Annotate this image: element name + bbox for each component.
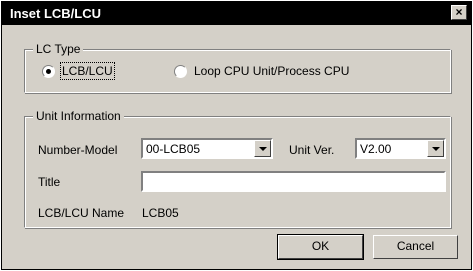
unit-ver-select[interactable]: V2.00	[355, 138, 446, 159]
lc-type-group: LC Type LCB/LCU Loop CPU Unit/Process CP…	[24, 42, 451, 93]
lc-type-legend: LC Type	[33, 42, 84, 56]
chevron-down-icon	[259, 147, 267, 151]
lcb-lcu-name-value: LCB05	[142, 206, 179, 220]
unit-information-group: Unit Information Number-Model 00-LCB05 U…	[24, 109, 451, 228]
lcb-lcu-name-label: LCB/LCU Name	[38, 206, 125, 220]
unit-information-legend: Unit Information	[33, 109, 124, 123]
radio-lcb-lcu-label[interactable]: LCB/LCU	[60, 62, 115, 80]
title-label: Title	[38, 175, 61, 189]
cancel-button[interactable]: Cancel	[373, 235, 458, 259]
number-model-select[interactable]: 00-LCB05	[141, 138, 273, 159]
title-input[interactable]	[141, 171, 446, 192]
inset-lcb-lcu-dialog: Inset LCB/LCU × LC Type LCB/LCU Loop CPU…	[1, 1, 472, 270]
unit-ver-dropdown-button[interactable]	[427, 140, 444, 157]
radio-loop-cpu-button[interactable]	[174, 65, 187, 78]
radio-selected-dot	[46, 69, 51, 74]
number-model-value: 00-LCB05	[146, 142, 201, 156]
unit-ver-label: Unit Ver.	[289, 143, 335, 157]
chevron-down-icon	[432, 147, 440, 151]
close-button[interactable]: ×	[451, 5, 467, 20]
radio-lcb-lcu-button[interactable]	[42, 65, 55, 78]
number-model-label: Number-Model	[38, 143, 118, 157]
dialog-title: Inset LCB/LCU	[10, 6, 101, 21]
title-bar[interactable]: Inset LCB/LCU ×	[2, 2, 471, 25]
ok-button[interactable]: OK	[277, 234, 364, 260]
number-model-dropdown-button[interactable]	[254, 140, 271, 157]
unit-ver-value: V2.00	[360, 142, 392, 156]
radio-loop-cpu-label[interactable]: Loop CPU Unit/Process CPU	[194, 64, 349, 78]
close-icon: ×	[455, 5, 463, 19]
